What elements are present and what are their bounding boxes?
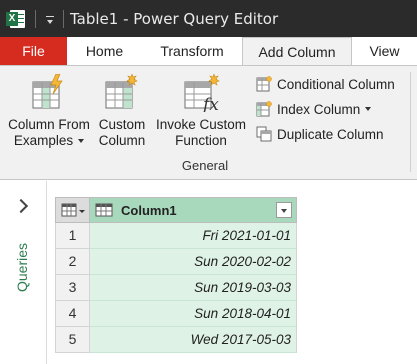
invoke-custom-function-button[interactable]: fx Invoke Custom Function [151, 73, 251, 149]
chevron-right-icon[interactable] [13, 198, 29, 214]
table-row: 2 Sun 2020-02-02 [55, 249, 297, 275]
conditional-column-icon [256, 76, 272, 92]
title-separator [35, 9, 36, 28]
table-row: 3 Sun 2019-03-03 [55, 275, 297, 301]
custom-column-label-1: Custom [98, 117, 146, 132]
index-column-icon [256, 101, 272, 117]
custom-column-icon [102, 73, 142, 112]
row-number[interactable]: 5 [55, 327, 90, 353]
ribbon-group-label: General [181, 158, 229, 173]
tab-home[interactable]: Home [67, 37, 142, 65]
window-title: Table1 - Power Query Editor [70, 9, 279, 28]
title-bar: X Table1 - Power Query Editor [0, 0, 417, 37]
column-type-icon[interactable] [95, 203, 113, 217]
excel-icon[interactable]: X [6, 9, 26, 29]
title-separator [63, 9, 64, 28]
invoke-custom-function-label-1: Invoke Custom [155, 117, 247, 132]
ribbon-group-divider [410, 72, 411, 172]
table-cell[interactable]: Fri 2021-01-01 [90, 223, 297, 249]
queries-pane-label[interactable]: Queries [14, 243, 30, 292]
table-cell[interactable]: Wed 2017-05-03 [90, 327, 297, 353]
tab-view[interactable]: View [352, 37, 417, 65]
svg-text:fx: fx [201, 95, 219, 112]
duplicate-column-label: Duplicate Column [277, 126, 384, 142]
tab-add-column[interactable]: Add Column [242, 37, 352, 66]
column1-header-label: Column1 [121, 202, 177, 218]
conditional-column-label: Conditional Column [277, 76, 395, 92]
custom-column-button[interactable]: Custom Column [94, 73, 150, 149]
duplicate-column-icon [256, 126, 272, 142]
row-number[interactable]: 1 [55, 223, 90, 249]
table-cell[interactable]: Sun 2020-02-02 [90, 249, 297, 275]
table-row: 5 Wed 2017-05-03 [55, 327, 297, 353]
grid-header-row: Column1 [55, 197, 297, 223]
customize-quick-access-icon[interactable] [43, 9, 57, 29]
column-from-examples-button[interactable]: Column From Examples [4, 73, 94, 149]
table-row: 1 Fri 2021-01-01 [55, 223, 297, 249]
column1-header[interactable]: Column1 [90, 197, 297, 223]
row-number[interactable]: 2 [55, 249, 90, 275]
filter-dropdown-icon[interactable] [276, 202, 292, 218]
duplicate-column-button[interactable]: Duplicate Column [256, 124, 384, 144]
table-row: 4 Sun 2018-04-01 [55, 301, 297, 327]
table-icon [61, 203, 85, 217]
table-cell[interactable]: Sun 2018-04-01 [90, 301, 297, 327]
index-column-button[interactable]: Index Column [256, 99, 372, 119]
row-number[interactable]: 3 [55, 275, 90, 301]
tab-file[interactable]: File [0, 37, 67, 65]
column-from-examples-label-2: Examples [13, 133, 74, 148]
tab-transform[interactable]: Transform [142, 37, 242, 65]
table-cell[interactable]: Sun 2019-03-03 [90, 275, 297, 301]
column-from-examples-icon [29, 73, 69, 112]
ribbon: Column From Examples Custom Column fx In… [0, 65, 417, 180]
ribbon-tabs: File Home Transform Add Column View [0, 37, 417, 66]
custom-column-label-2: Column [98, 133, 146, 148]
column-from-examples-label-1: Column From [8, 117, 90, 132]
invoke-custom-function-icon: fx [181, 73, 221, 115]
invoke-custom-function-label-2: Function [175, 133, 227, 148]
chevron-down-icon [78, 139, 85, 144]
conditional-column-button[interactable]: Conditional Column [256, 74, 395, 94]
table-menu-button[interactable] [55, 197, 90, 223]
index-column-label: Index Column [277, 101, 361, 117]
chevron-down-icon [365, 107, 372, 111]
row-number[interactable]: 4 [55, 301, 90, 327]
data-grid: Column1 1 Fri 2021-01-01 2 Sun 2020-02-0… [55, 197, 297, 353]
